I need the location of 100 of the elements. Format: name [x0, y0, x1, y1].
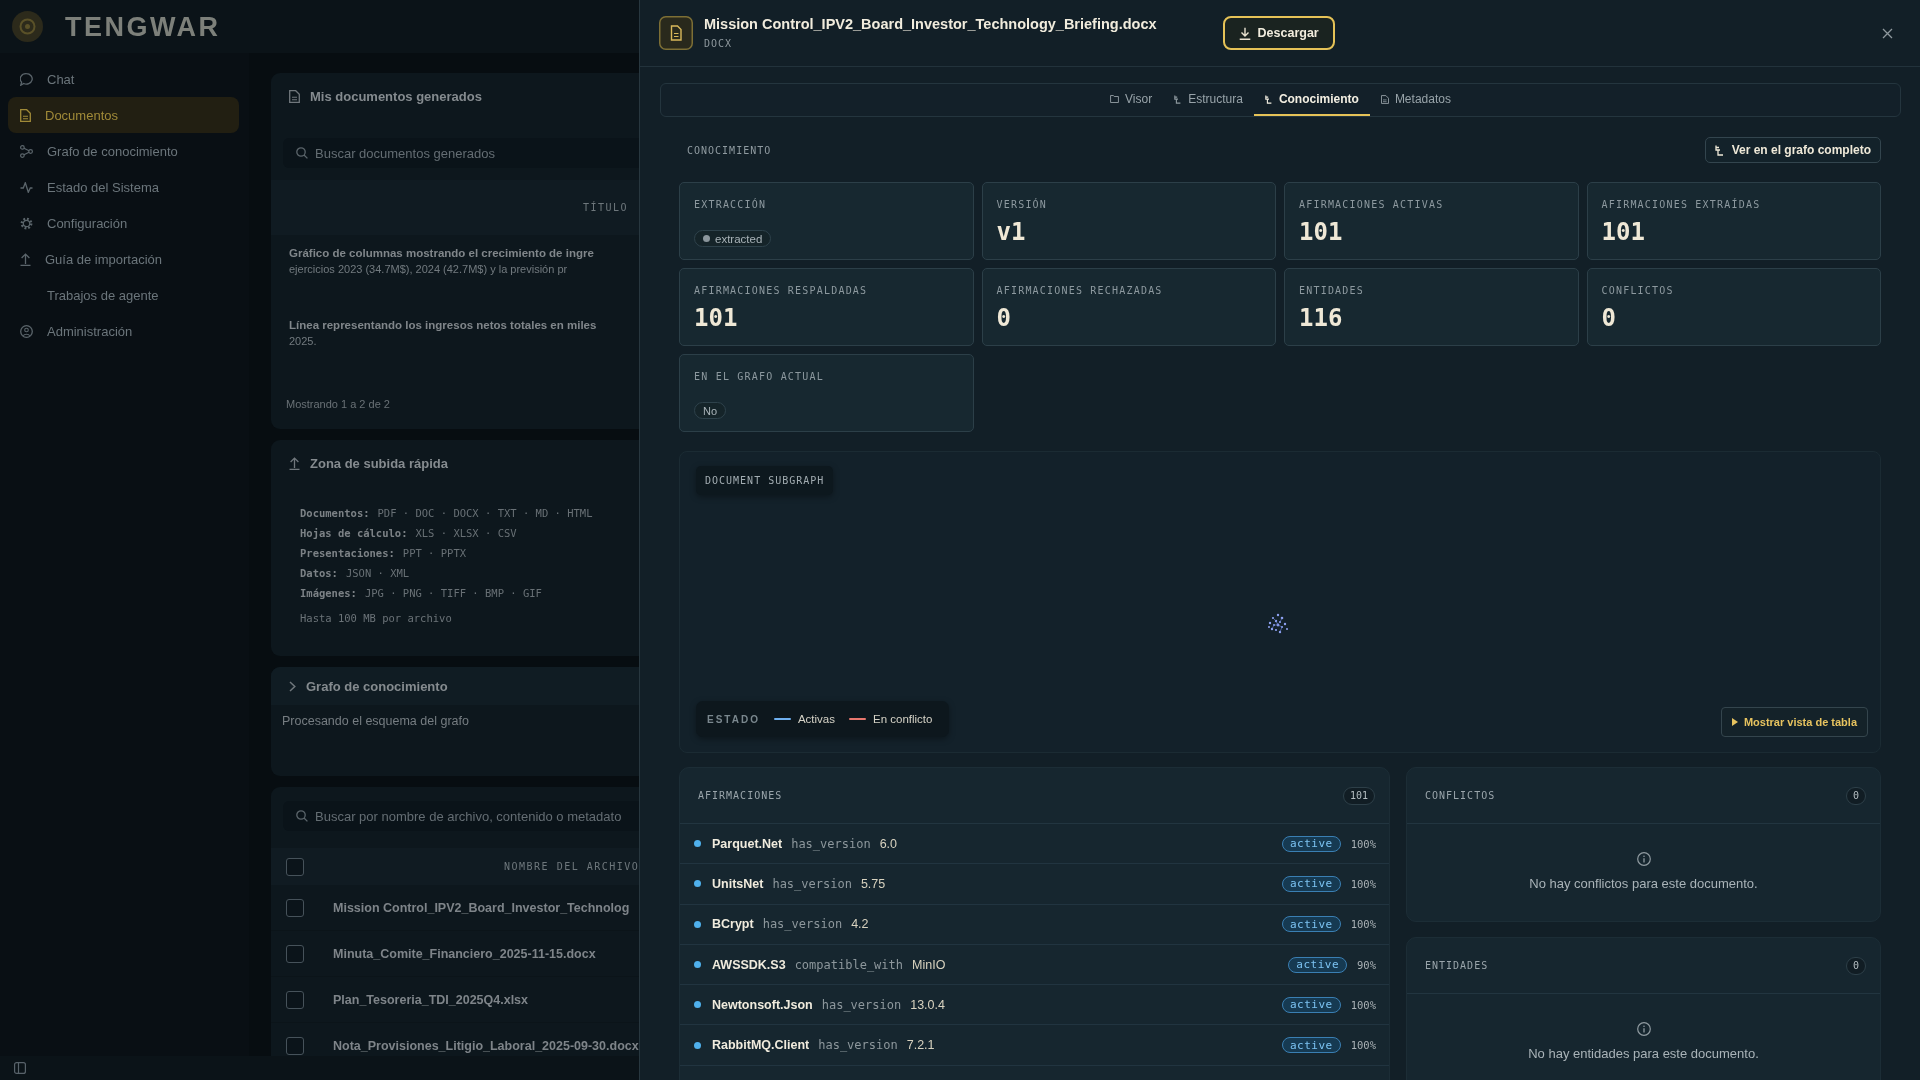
stat-value: 101	[1299, 218, 1343, 246]
legend-label: En conflicto	[873, 713, 933, 725]
stat-label: VERSIÓN	[996, 199, 1048, 211]
sidebar-item[interactable]: Configuración	[8, 205, 239, 241]
sidebar-item[interactable]: Administración	[8, 313, 239, 349]
confidence-value: 100%	[1350, 1039, 1376, 1052]
info-icon	[1636, 1022, 1651, 1036]
legend-title: ESTADO	[707, 713, 760, 725]
checkbox[interactable]	[286, 1036, 304, 1055]
empty-message: No hay entidades para este documento.	[1528, 1046, 1759, 1062]
status-pill: No	[694, 402, 727, 419]
sidebar-item[interactable]: Guía de importación	[8, 241, 239, 277]
card-title: AFIRMACIONES	[698, 790, 783, 801]
download-icon	[1238, 26, 1251, 40]
format-label: Documentos:	[300, 507, 370, 519]
chat-bubble-icon	[20, 72, 33, 86]
format-list: JSON · XML	[345, 567, 410, 579]
checkbox[interactable]	[286, 990, 304, 1009]
claim-predicate: has_version	[791, 836, 871, 851]
graph-view-button[interactable]: Ver en el grafo completo	[1704, 137, 1881, 163]
sidebar-item[interactable]: Estado del Sistema	[8, 169, 239, 205]
status-pill: active	[1288, 956, 1348, 973]
claim-subject: UnitsNet	[712, 876, 764, 891]
empty-message: No hay conflictos para este documento.	[1529, 876, 1758, 892]
claim-subject: BCrypt	[712, 917, 754, 932]
document-icon	[1380, 94, 1389, 104]
activity-icon	[20, 181, 33, 193]
stat-label: AFIRMACIONES EXTRAÍDAS	[1601, 199, 1761, 211]
sidebar-item[interactable]: Chat	[8, 61, 239, 97]
upload-icon	[289, 457, 300, 470]
count-badge: 0	[1845, 956, 1866, 975]
checkbox[interactable]	[286, 857, 304, 876]
claim-object: 6.0	[879, 836, 898, 851]
search-field[interactable]: Buscar documentos generados	[283, 138, 639, 168]
graph-canvas[interactable]: DOCUMENT SUBGRAPH ESTADO Activas En conflicto Mostrar vista de tabla	[679, 451, 1881, 753]
document-icon	[289, 90, 300, 103]
file-type: DOCX	[704, 37, 733, 51]
format-list: XLS · XLSX · CSV	[415, 527, 517, 539]
folder-icon	[1110, 95, 1120, 103]
sidebar-item[interactable]: Trabajos de agente	[8, 277, 239, 313]
card-title: ENTIDADES	[1425, 960, 1489, 971]
user-icon	[20, 324, 33, 338]
tab[interactable]: Estructura	[1163, 84, 1254, 116]
confidence-value: 100%	[1350, 998, 1376, 1011]
document-description: 2025.	[289, 334, 317, 349]
info-icon	[1636, 852, 1651, 866]
confidence-value: 90%	[1357, 958, 1376, 971]
sidebar-icon	[14, 1062, 26, 1074]
file-name[interactable]: Plan_Tesoreria_TDI_2025Q4.xlsx	[333, 992, 529, 1007]
tab[interactable]: Visor	[1099, 84, 1164, 116]
checkbox[interactable]	[286, 944, 304, 963]
checkbox[interactable]	[286, 898, 304, 917]
status-pill: active	[1281, 835, 1341, 852]
file-name[interactable]: Minuta_Comite_Financiero_2025-11-15.docx	[333, 946, 596, 961]
size-limit: Hasta 100 MB por archivo	[300, 612, 452, 624]
document-icon	[659, 16, 693, 50]
chevron-icon	[289, 680, 296, 692]
format-label: Datos:	[300, 567, 338, 579]
tab[interactable]: Conocimiento	[1253, 84, 1370, 116]
sidebar-item[interactable]: Grafo de conocimiento	[8, 133, 239, 169]
confidence-value: 100%	[1350, 837, 1376, 850]
column-header: NOMBRE DEL ARCHIVO	[504, 861, 639, 872]
stat-label: CONFLICTOS	[1601, 285, 1674, 297]
card-title: Grafo de conocimiento	[306, 678, 448, 694]
file-name[interactable]: Mission Control_IPV2_Board_Investor_Technolog	[333, 900, 630, 915]
search-icon	[296, 810, 308, 822]
status-dot-icon	[694, 840, 701, 848]
download-button[interactable]: Descargar	[1222, 16, 1335, 50]
stat-value: 0	[1601, 304, 1616, 332]
status-dot-icon	[694, 880, 701, 888]
document-description: ejercicios 2023 (34.7M$), 2024 (42.7M$) y la previsión pr	[289, 262, 568, 277]
graph-icon	[20, 144, 33, 158]
stat-label: AFIRMACIONES ACTIVAS	[1299, 199, 1444, 211]
claim-subject: AWSSDK.S3	[712, 957, 786, 972]
stat-label: ENTIDADES	[1299, 285, 1364, 297]
claim-subject: RabbitMQ.Client	[712, 1038, 810, 1053]
close-icon[interactable]	[1882, 27, 1893, 39]
stat-value: 116	[1299, 304, 1343, 332]
claim-object: 13.0.4	[910, 997, 945, 1012]
upload-icon	[20, 252, 31, 266]
confidence-value: 100%	[1350, 877, 1376, 890]
sidebar-item[interactable]: Documentos	[8, 97, 239, 133]
search-icon	[296, 147, 308, 159]
stat-value: 0	[996, 304, 1011, 332]
caret-icon	[1731, 718, 1738, 726]
table-view-button[interactable]: Mostrar vista de tabla	[1720, 707, 1868, 737]
stat-label: EN EL GRAFO ACTUAL	[694, 371, 824, 383]
card-title: Zona de subida rápida	[310, 456, 448, 471]
hierarchy-icon	[1264, 94, 1273, 104]
file-name: Mission Control_IPV2_Board_Investor_Technology_Briefing.docx	[704, 15, 1157, 33]
stat-value: 101	[1601, 218, 1645, 246]
document-description: Gráfico de columnas mostrando el crecimiento de ingre	[289, 246, 594, 261]
stat-label: AFIRMACIONES RESPALDADAS	[694, 285, 868, 297]
status-dot-icon	[694, 961, 701, 969]
file-name[interactable]: Nota_Provisiones_Litigio_Laboral_2025-09-30.docx	[333, 1038, 639, 1053]
document-icon	[20, 108, 31, 122]
search-field[interactable]: Buscar por nombre de archivo, contenido o metadato	[283, 801, 639, 831]
section-title: CONOCIMIENTO	[687, 144, 772, 156]
pagination-text: Mostrando 1 a 2 de 2	[286, 398, 390, 410]
tab[interactable]: Metadatos	[1369, 84, 1462, 116]
